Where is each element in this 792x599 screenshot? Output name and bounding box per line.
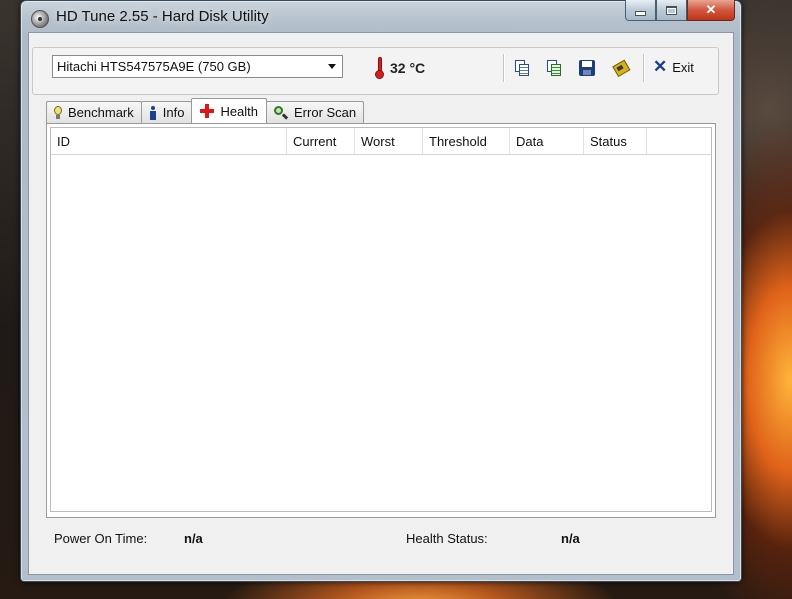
caption-buttons: ✕ [625,0,735,21]
drive-select-value: Hitachi HTS547575A9E (750 GB) [57,59,251,74]
copy-info-icon [547,59,561,77]
tab-label: Benchmark [68,105,134,120]
hd-tune-window: HD Tune 2.55 - Hard Disk Utility ✕ Hitac… [20,0,742,582]
info-icon [149,105,157,120]
drive-select[interactable]: Hitachi HTS547575A9E (750 GB) [52,55,343,78]
column-header-id[interactable]: ID [51,128,287,154]
title-bar[interactable]: HD Tune 2.55 - Hard Disk Utility ✕ [21,0,741,33]
health-status-label: Health Status: [406,531,488,546]
smart-attributes-table[interactable]: ID Current Worst Threshold Data Status [50,127,712,512]
column-header-status[interactable]: Status [584,128,647,154]
column-header-worst[interactable]: Worst [355,128,423,154]
column-header-current[interactable]: Current [287,128,355,154]
health-panel: ID Current Worst Threshold Data Status [46,123,716,518]
tab-strip: Benchmark Info Health Error Scan [46,98,365,123]
tab-error-scan[interactable]: Error Scan [266,101,365,123]
column-header-data[interactable]: Data [510,128,584,154]
temperature-value: 32 °C [390,60,426,76]
close-button[interactable]: ✕ [687,0,735,21]
table-header: ID Current Worst Threshold Data Status [51,128,711,155]
toolbar-separator [643,54,644,82]
minimize-icon [635,10,646,16]
close-icon: ✕ [705,2,717,17]
client-area: Hitachi HTS547575A9E (750 GB) 32 °C ✕ Ex… [28,32,734,575]
health-cross-icon [200,104,215,118]
options-button[interactable] [609,57,631,79]
hard-disk-icon[interactable] [31,10,49,28]
tab-label: Error Scan [294,105,357,120]
health-status-value: n/a [561,531,580,546]
copy-text-icon [515,59,529,77]
options-icon [610,58,631,78]
window-title: HD Tune 2.55 - Hard Disk Utility [56,8,269,25]
tab-label: Info [162,105,185,120]
tab-benchmark[interactable]: Benchmark [46,101,142,123]
maximize-icon [666,5,677,15]
minimize-button[interactable] [625,0,656,21]
thermometer-icon [374,57,386,79]
exit-icon: ✕ [653,57,668,76]
save-button[interactable] [576,57,598,79]
toolbar-separator [503,54,504,82]
tab-health[interactable]: Health [191,98,268,123]
copy-text-button[interactable] [511,57,533,79]
tab-info[interactable]: Info [140,101,193,123]
column-header-threshold[interactable]: Threshold [423,128,510,154]
power-on-time-label: Power On Time: [54,531,148,546]
power-on-time-value: n/a [184,531,203,546]
tab-label: Health [220,103,259,119]
maximize-button[interactable] [656,0,687,21]
bulb-icon [54,106,62,119]
save-icon [579,60,595,76]
exit-label: Exit [672,59,694,75]
status-area: Power On Time: n/a Health Status: n/a [54,531,694,551]
magnifier-icon [274,105,288,120]
copy-info-button[interactable] [543,57,565,79]
exit-button[interactable]: ✕ Exit [653,57,694,76]
chevron-down-icon[interactable] [324,58,340,75]
